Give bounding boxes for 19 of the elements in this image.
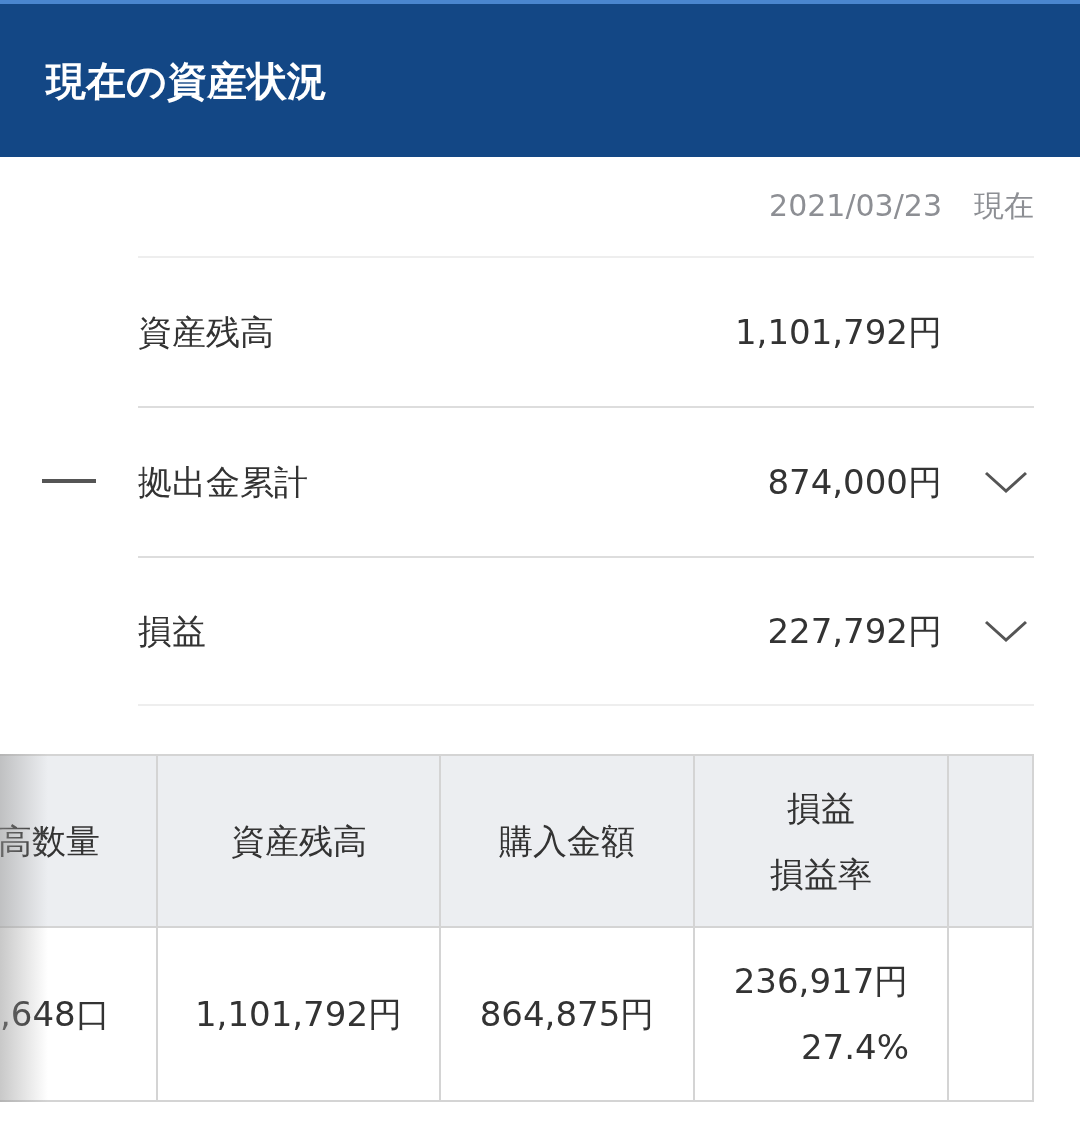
table-cell: ,648口 xyxy=(0,927,157,1101)
minus-icon xyxy=(42,479,96,483)
page-title: 現在の資産状況 xyxy=(46,56,327,106)
summary-value: 227,792円 xyxy=(767,609,942,653)
date-text: 2021/03/23 xyxy=(769,187,942,225)
table-cell: 864,875円 xyxy=(440,927,694,1101)
table-cell: 1,101,792円 xyxy=(157,927,440,1101)
chevron-icon[interactable] xyxy=(984,619,1028,643)
chevron-icon[interactable] xyxy=(984,470,1028,494)
summary-value: 1,101,792円 xyxy=(734,310,942,354)
summary-label: 資産残高 xyxy=(138,310,275,354)
summary-value: 874,000円 xyxy=(767,460,942,504)
column-header: 損益 損益率 xyxy=(694,755,948,927)
summary-label: 拠出金累計 xyxy=(138,460,309,504)
as-of-label: 現在 xyxy=(974,187,1034,225)
summary-label: 損益 xyxy=(138,609,207,653)
table-cell: 236,917円 27.4% xyxy=(694,927,948,1101)
column-header: 資産残高 xyxy=(157,755,440,927)
column-header: 購入金額 xyxy=(440,755,694,927)
